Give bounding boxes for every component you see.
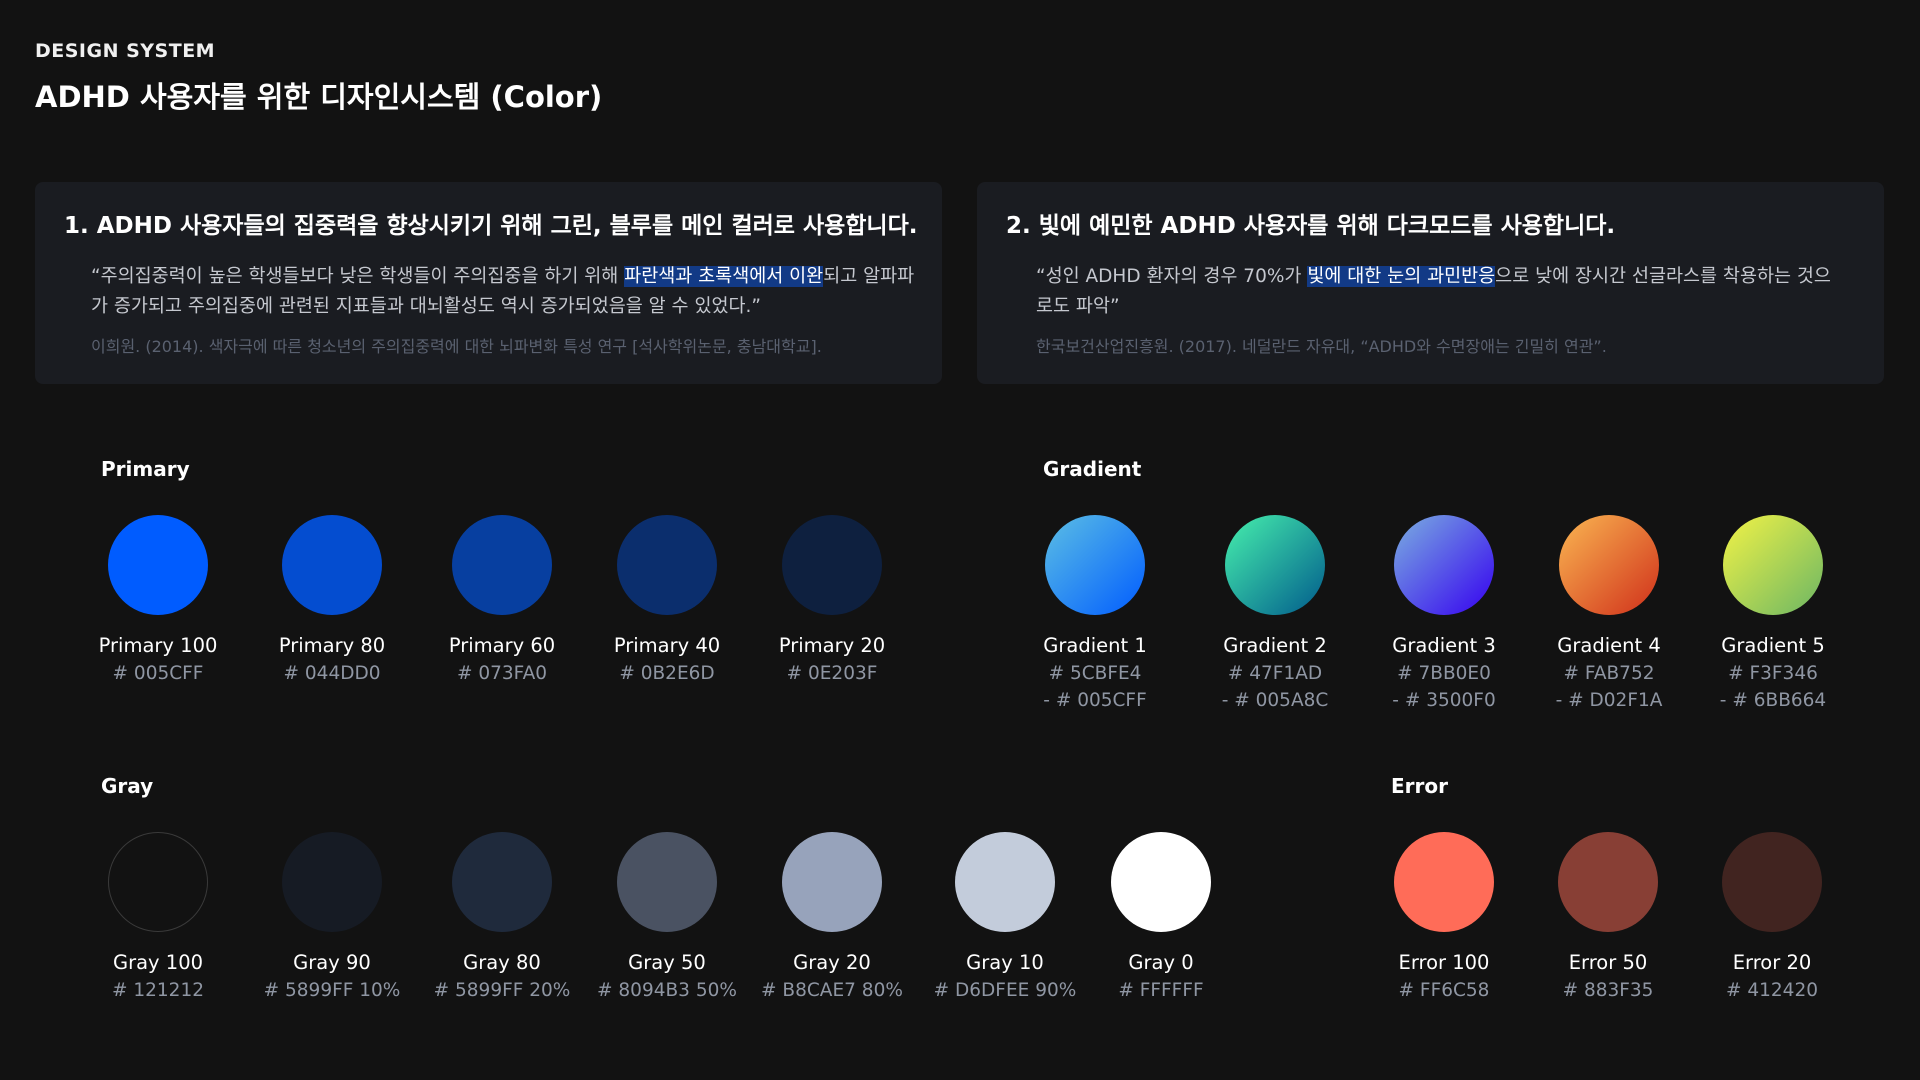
swatch-name: Gray 0 <box>1128 951 1194 974</box>
section-label-primary: Primary <box>101 457 190 481</box>
principle-quote: “성인 ADHD 환자의 경우 70%가 빛에 대한 눈의 과민반응으로 낮에 … <box>1036 262 1836 322</box>
page-title: ADHD 사용자를 위한 디자인시스템 (Color) <box>35 80 603 114</box>
color-circle <box>1394 832 1494 932</box>
gradient-circle <box>1225 515 1325 615</box>
swatch-primary-20: Primary 20 # 0E203F <box>732 515 932 684</box>
swatch-primary-100: Primary 100 # 005CFF <box>58 515 258 684</box>
swatch-hex: # 0E203F <box>786 663 878 684</box>
quote-highlight: 파란색과 초록색에서 이완 <box>624 266 824 287</box>
quote-highlight: 빛에 대한 눈의 과민반응 <box>1307 266 1496 287</box>
swatch-gray-20: Gray 20 # B8CAE7 80% <box>732 832 932 1001</box>
quote-text: “주의집중력이 높은 학생들보다 낮은 학생들이 주의집중을 하기 위해 <box>91 266 625 287</box>
principle-card-2: 2. 빛에 예민한 ADHD 사용자를 위해 다크모드를 사용합니다. “성인 … <box>977 182 1884 384</box>
gradient-circle <box>1394 515 1494 615</box>
swatch-name: Gray 100 <box>112 951 204 974</box>
swatch-gradient-5: Gradient 5 # F3F346 - # 6BB664 <box>1673 515 1873 711</box>
color-circle <box>282 515 382 615</box>
swatch-name: Gradient 1 <box>1043 634 1147 657</box>
swatch-gradient-1: Gradient 1 # 5CBFE4 - # 005CFF <box>995 515 1195 711</box>
section-label-error: Error <box>1391 774 1448 798</box>
gradient-circle <box>1723 515 1823 615</box>
principle-source: 이희원. (2014). 색자극에 따른 청소년의 주의집중력에 대한 뇌파변화… <box>91 337 822 356</box>
swatch-name: Gray 20 <box>793 951 871 974</box>
swatch-error-20: Error 20 # 412420 <box>1672 832 1872 1001</box>
swatch-name: Primary 20 <box>778 634 886 657</box>
eyebrow-label: DESIGN SYSTEM <box>35 40 216 62</box>
swatch-name: Gradient 5 <box>1721 634 1825 657</box>
color-circle <box>452 515 552 615</box>
swatch-hex: # 005CFF <box>112 663 204 684</box>
swatch-hex-end: - # 6BB664 <box>1719 690 1827 711</box>
swatch-gray-0: Gray 0 # FFFFFF <box>1061 832 1261 1001</box>
principle-title: 1. ADHD 사용자들의 집중력을 향상시키기 위해 그린, 블루를 메인 컬… <box>64 213 918 239</box>
color-circle <box>617 832 717 932</box>
color-circle <box>782 832 882 932</box>
color-circle <box>282 832 382 932</box>
quote-text: “성인 ADHD 환자의 경우 70%가 <box>1036 266 1308 287</box>
swatch-hex: # 5CBFE4 <box>1048 663 1142 684</box>
swatch-hex: # 412420 <box>1725 980 1818 1001</box>
gradient-circle <box>1045 515 1145 615</box>
swatch-hex: # 121212 <box>111 980 204 1001</box>
swatch-gray-100: Gray 100 # 121212 <box>58 832 258 1001</box>
color-circle <box>108 515 208 615</box>
swatch-hex-end: - # 005CFF <box>1043 690 1147 711</box>
swatch-name: Error 20 <box>1732 951 1812 974</box>
color-circle <box>782 515 882 615</box>
color-circle <box>1558 832 1658 932</box>
principle-source: 한국보건산업진흥원. (2017). 네덜란드 자유대, “ADHD와 수면장애… <box>1036 337 1607 356</box>
section-label-gradient: Gradient <box>1043 457 1142 481</box>
swatch-name: Primary 100 <box>98 634 218 657</box>
principle-quote: “주의집중력이 높은 학생들보다 낮은 학생들이 주의집중을 하기 위해 파란색… <box>91 262 921 322</box>
color-circle <box>955 832 1055 932</box>
color-circle <box>617 515 717 615</box>
swatch-hex: # B8CAE7 80% <box>761 980 903 1001</box>
color-circle <box>452 832 552 932</box>
color-circle <box>1111 832 1211 932</box>
principle-title: 2. 빛에 예민한 ADHD 사용자를 위해 다크모드를 사용합니다. <box>1006 213 1616 239</box>
gradient-circle <box>1559 515 1659 615</box>
principle-card-1: 1. ADHD 사용자들의 집중력을 향상시키기 위해 그린, 블루를 메인 컬… <box>35 182 942 384</box>
section-label-gray: Gray <box>101 774 154 798</box>
swatch-hex: # FFFFFF <box>1118 980 1204 1001</box>
color-circle <box>1722 832 1822 932</box>
color-circle <box>108 832 208 932</box>
swatch-hex: # F3F346 <box>1728 663 1818 684</box>
